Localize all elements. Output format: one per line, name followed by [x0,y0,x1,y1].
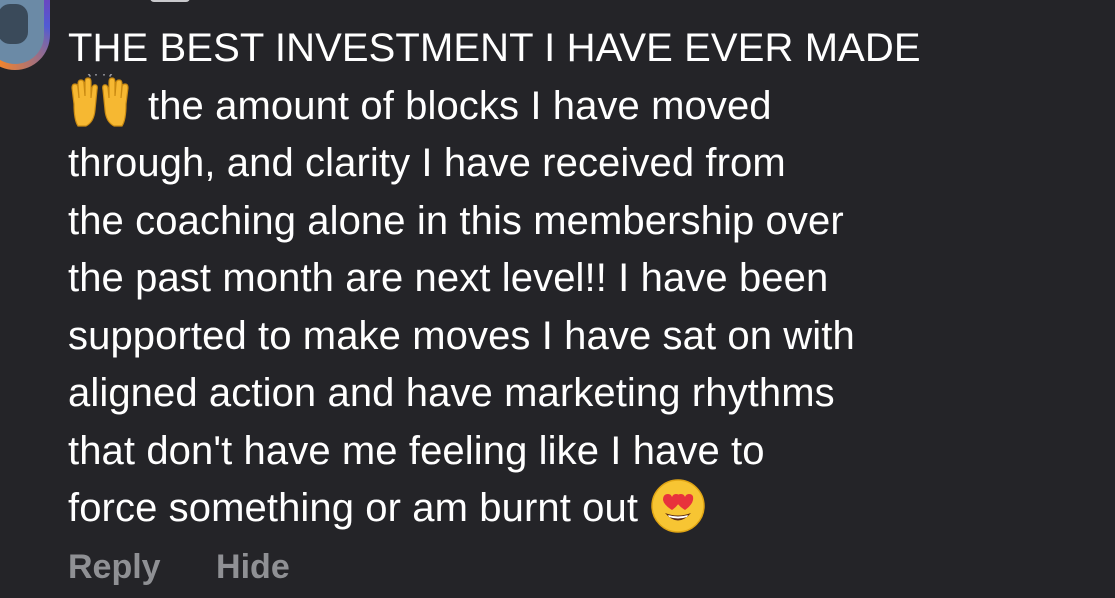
raised-hands-icon [71,73,129,127]
comment-line-9: force something or am burnt out [68,479,1098,538]
comment-line-2-text: the amount of blocks I have moved [148,83,772,128]
comment-line-6: supported to make moves I have sat on wi… [68,313,855,358]
comment-actions: Reply Hide [68,548,336,587]
comment-line-4: the coaching alone in this membership ov… [68,198,844,243]
comment-line-8: that don't have me feeling like I have t… [68,428,765,473]
comment-line-7: aligned action and have marketing rhythm… [68,371,835,415]
comment-line-5: the past month are next level!! I have b… [68,256,829,300]
hide-button[interactable]: Hide [216,548,290,586]
heart-eyes-emoji-icon [651,479,705,534]
comment-line-3: through, and clarity I have received fro… [68,141,786,185]
comment-line-2: the amount of blocks I have moved [68,73,1098,136]
comment-screen: THE BEST INVESTMENT I HAVE EVER MADE the… [0,0,1115,598]
username-fragment [150,0,190,2]
comment-text: THE BEST INVESTMENT I HAVE EVER MADE the… [68,20,1098,538]
comment-line-9-text: force something or am burnt out [68,486,639,530]
reply-button[interactable]: Reply [68,548,161,586]
comment-line-1: THE BEST INVESTMENT I HAVE EVER MADE [68,26,921,70]
